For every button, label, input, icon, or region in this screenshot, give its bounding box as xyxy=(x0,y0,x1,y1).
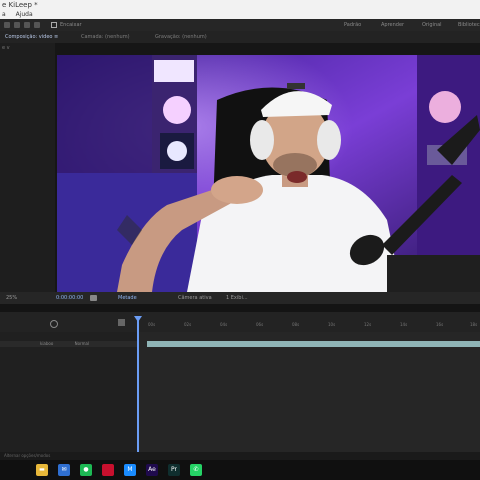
timeline-header xyxy=(0,312,480,332)
taskbar-spotify-icon[interactable]: ● xyxy=(80,464,92,476)
ruler-label: 16s xyxy=(436,322,444,327)
timeline-layer-list xyxy=(0,332,137,452)
snap-label: Encaixar xyxy=(60,22,82,28)
current-timecode[interactable]: 0:00:00:00 xyxy=(56,292,83,304)
video-frame xyxy=(57,55,480,292)
toggle-switches-modes[interactable]: Alternar opções/modos xyxy=(4,453,50,458)
windows-taskbar xyxy=(0,460,480,480)
selection-tool-icon[interactable] xyxy=(4,22,10,28)
ruler-label: 04s xyxy=(220,322,228,327)
tools-toolbar: Encaixar Padrão Aprender Original Biblio… xyxy=(0,19,480,31)
ruler-label: 14s xyxy=(400,322,408,327)
graph-editor-icon[interactable] xyxy=(118,319,125,326)
ruler-label: 18s xyxy=(470,322,478,327)
layer-name: kiaboo xyxy=(40,341,54,346)
camera-select[interactable]: Câmera ativa xyxy=(178,292,212,304)
resolution-select[interactable]: Metade xyxy=(118,292,137,304)
snapshot-icon[interactable] xyxy=(90,295,97,301)
zoom-level[interactable]: 25% xyxy=(6,292,17,304)
ruler-label: 10s xyxy=(328,322,336,327)
viewer-control-bar: 25% 0:00:00:00 Metade Câmera ativa 1 Exi… xyxy=(0,292,480,304)
taskbar-red-app-icon[interactable] xyxy=(102,464,114,476)
layer-duration-bar[interactable] xyxy=(147,341,480,347)
ruler-label: 02s xyxy=(184,322,192,327)
ruler-label: 08s xyxy=(292,322,300,327)
playhead[interactable] xyxy=(137,318,139,452)
workspace-original[interactable]: Original xyxy=(422,19,442,31)
taskbar-mail-icon[interactable]: ✉ xyxy=(58,464,70,476)
window-title-bar: e KiLeep * xyxy=(0,0,480,10)
tab-composition[interactable]: Composição: video ≡ xyxy=(2,31,61,43)
ruler-label: 06s xyxy=(256,322,264,327)
taskbar-media-encoder-icon[interactable]: M xyxy=(124,464,136,476)
window-title: e KiLeep * xyxy=(2,1,38,9)
timeline-footer: Alternar opções/modos xyxy=(0,452,480,460)
project-panel: e v xyxy=(0,43,56,293)
tab-layer[interactable]: Camada: (nenhum) xyxy=(78,31,133,43)
panel-divider xyxy=(0,304,480,312)
taskbar-after-effects-icon[interactable]: Ae xyxy=(146,464,158,476)
layer-row[interactable]: kiaboo Normal xyxy=(0,341,137,347)
project-breadcrumb: e v xyxy=(2,45,10,51)
layer-mode[interactable]: Normal xyxy=(75,341,89,346)
taskbar-whatsapp-icon[interactable]: ✆ xyxy=(190,464,202,476)
timeline-track-area[interactable] xyxy=(137,332,480,452)
pen-tool-icon[interactable] xyxy=(34,22,40,28)
views-select[interactable]: 1 Exibi... xyxy=(226,292,248,304)
snap-checkbox[interactable] xyxy=(51,22,57,28)
tab-footage[interactable]: Gravação: (nenhum) xyxy=(152,31,210,43)
taskbar-explorer-icon[interactable]: ▬ xyxy=(36,464,48,476)
zoom-tool-icon[interactable] xyxy=(24,22,30,28)
taskbar-photoshop-like-icon[interactable]: Pr xyxy=(168,464,180,476)
menu-item-a[interactable]: a xyxy=(2,11,6,18)
workspace-libraries[interactable]: Bibliotecas xyxy=(458,19,480,31)
menu-item-ajuda[interactable]: Ajuda xyxy=(16,11,33,18)
timeline-search-icon[interactable] xyxy=(50,320,58,328)
workspace-learn[interactable]: Aprender xyxy=(381,19,404,31)
workspace-default[interactable]: Padrão xyxy=(344,19,361,31)
ruler-label: 12s xyxy=(364,322,372,327)
menu-bar: a Ajuda xyxy=(0,10,480,19)
ruler-label: 00s xyxy=(148,322,156,327)
viewer-tab-row: Composição: video ≡ Camada: (nenhum) Gra… xyxy=(0,31,480,43)
hand-tool-icon[interactable] xyxy=(14,22,20,28)
